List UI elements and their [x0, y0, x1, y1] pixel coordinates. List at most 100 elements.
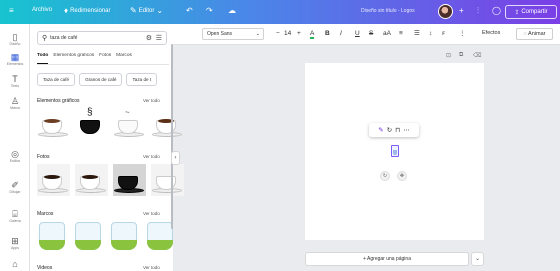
editor-toolbar: Open Sans ⌄ − 14 + A B I U S aA ≡ ☰ ↕ ꜰ ⋮…	[173, 24, 560, 45]
edit-icon[interactable]: ✎	[378, 126, 383, 134]
graphic-black-cup[interactable]: §	[75, 108, 108, 140]
effects-button[interactable]: Efectos	[482, 30, 500, 36]
rail-item-elements[interactable]: ▦ Elementos	[0, 52, 30, 66]
redo-icon[interactable]: ↷	[206, 7, 213, 15]
photo-coffee-1[interactable]	[37, 164, 70, 196]
duplicate-page-icon[interactable]: ⧉	[459, 52, 463, 59]
collapse-panel-button[interactable]: ‹	[171, 151, 180, 165]
add-user-icon[interactable]: +	[459, 7, 464, 15]
elements-panel: ⚲ ⚙ ☰ Todo Elementos gráficos Fotos Marc…	[30, 24, 184, 271]
strikethrough-icon[interactable]: S	[369, 30, 373, 38]
see-all-photos[interactable]: Ver todo	[143, 154, 160, 159]
rail-item-more[interactable]: ⌂	[0, 259, 30, 269]
graphic-cup-partial[interactable]	[151, 108, 184, 140]
graphic-coffee-latte[interactable]	[37, 108, 70, 140]
search-input[interactable]	[50, 35, 146, 41]
frames-row	[37, 220, 176, 254]
settings-icon[interactable]: ⚙	[146, 34, 152, 42]
shapes-icon: ▦	[10, 52, 20, 62]
layout-icon: ▯	[12, 32, 18, 42]
brand-icon: ♙	[10, 96, 20, 106]
rail-item-gallery[interactable]: ⌸ Galería	[0, 209, 30, 223]
animate-button[interactable]: ◌ Animar	[516, 28, 553, 40]
rotate-handle-icon[interactable]: ↻	[380, 171, 390, 181]
photo-coffee-3[interactable]	[113, 164, 146, 196]
rail-item-styles[interactable]: ◎ Estilos	[0, 149, 30, 163]
font-size-value[interactable]: 14	[284, 30, 291, 38]
avatar[interactable]	[438, 4, 453, 19]
graphic-outline-cup[interactable]: ~	[113, 108, 146, 140]
tab-photos[interactable]: Fotos	[99, 53, 111, 64]
chip-tea-cup[interactable]: Taza de t	[126, 73, 158, 86]
panel-tabs: Todo Elementos gráficos Fotos Marcos	[37, 53, 169, 65]
lock-icon[interactable]: ⊓	[395, 126, 400, 134]
rail-item-design[interactable]: ▯ Diseño	[0, 32, 30, 46]
increase-size-icon[interactable]: +	[297, 30, 301, 38]
section-title-frames: Marcos	[37, 211, 54, 217]
chip-coffee-beans[interactable]: Granos de café	[79, 73, 123, 86]
list-icon[interactable]: ☰	[414, 30, 420, 38]
more-options-icon[interactable]: ⋮	[459, 30, 466, 38]
tab-all[interactable]: Todo	[37, 53, 49, 64]
spacing-icon[interactable]: ↕	[429, 30, 432, 38]
share-icon: ⇪	[514, 9, 520, 16]
steam-icon: §	[87, 107, 93, 118]
graphics-row: § ~	[37, 108, 184, 140]
undo-icon[interactable]: ↶	[186, 7, 193, 15]
see-all-videos[interactable]: Ver todo	[143, 265, 160, 270]
apps-icon: ⊞	[11, 236, 19, 246]
move-handle-icon[interactable]: ✥	[397, 171, 407, 181]
italic-icon[interactable]: I	[340, 30, 342, 38]
editor-menu[interactable]: ✎ Editor ⌄	[130, 7, 163, 15]
comment-icon[interactable]: ◯	[492, 7, 501, 15]
frame-cup-1[interactable]	[37, 220, 68, 254]
rail-item-brand[interactable]: ♙ Marca	[0, 96, 30, 110]
rail-item-draw[interactable]: ✐ Dibujar	[0, 180, 30, 194]
search-box: ⚲ ⚙ ☰	[37, 31, 167, 45]
delete-page-icon[interactable]: ⌫	[473, 52, 481, 59]
rail-item-text[interactable]: T Texto	[0, 74, 30, 88]
text-case-icon[interactable]: aA	[383, 30, 391, 38]
see-all-graphics[interactable]: Ver todo	[143, 98, 160, 103]
top-bar: ≡ Archivo ♦ Redimensionar ✎ Editor ⌄ ↶ ↷ ☁ …	[0, 0, 560, 24]
underline-icon[interactable]: U	[355, 30, 360, 38]
lock-page-icon[interactable]: ⊡	[446, 52, 451, 59]
panel-scrollbar[interactable]	[171, 44, 173, 229]
photo-coffee-2[interactable]	[75, 164, 108, 196]
file-menu[interactable]: Archivo	[32, 7, 52, 13]
tab-frames[interactable]: Marcos	[116, 53, 132, 64]
chevron-down-icon[interactable]: ⌄	[471, 252, 484, 266]
suggestion-chips: Taza de café Granos de café Taza de t	[37, 73, 158, 86]
more-icon[interactable]: ⋯	[403, 126, 410, 134]
rotate-icon[interactable]: ↻	[387, 126, 392, 134]
frame-cup-2[interactable]	[73, 220, 104, 254]
cloud-sync-icon[interactable]: ☁	[228, 7, 236, 15]
vertical-text-icon[interactable]: ꜰ	[442, 30, 445, 38]
filter-icon[interactable]: ☰	[156, 34, 162, 42]
font-family-select[interactable]: Open Sans ⌄	[202, 28, 264, 40]
chip-coffee-cup[interactable]: Taza de café	[37, 73, 76, 86]
share-button[interactable]: ⇪ Compartir	[505, 5, 557, 19]
resize-button[interactable]: ♦ Redimensionar	[64, 7, 110, 15]
add-page-button[interactable]: + Agregar una página	[305, 252, 469, 266]
text-color-icon[interactable]: A	[310, 30, 315, 39]
gallery-icon: ⌸	[12, 209, 18, 219]
pencil-icon: ✎	[130, 6, 137, 15]
align-icon[interactable]: ≡	[399, 30, 403, 38]
photos-row	[37, 164, 184, 196]
see-all-frames[interactable]: Ver todo	[143, 211, 160, 216]
text-icon: T	[12, 74, 18, 84]
crown-icon: ♦	[64, 6, 69, 15]
draw-icon: ✐	[11, 180, 19, 190]
design-title[interactable]: Diseño sin título - Logos	[361, 8, 415, 14]
selected-element[interactable]	[391, 145, 399, 157]
photo-coffee-4[interactable]	[151, 164, 184, 196]
animate-icon: ◌	[523, 31, 527, 37]
tab-graphics[interactable]: Elementos gráficos	[53, 53, 94, 64]
menu-icon[interactable]: ≡	[9, 7, 14, 15]
frame-cup-3[interactable]	[109, 220, 140, 254]
decrease-size-icon[interactable]: −	[276, 30, 280, 38]
analytics-icon[interactable]: ⫶	[477, 7, 479, 15]
rail-item-apps[interactable]: ⊞ Apps	[0, 236, 30, 250]
bold-icon[interactable]: B	[325, 30, 330, 38]
